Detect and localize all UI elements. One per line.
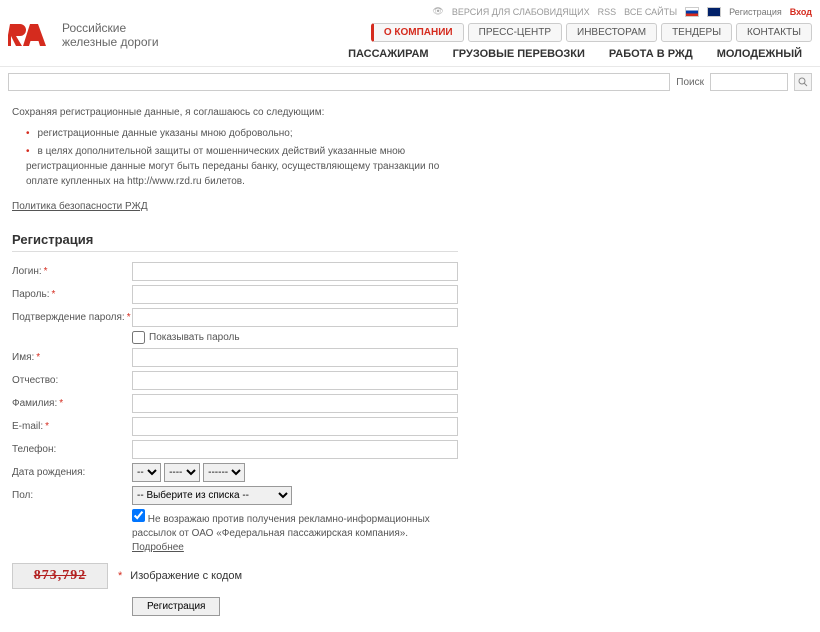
captcha-label: Изображение с кодом (130, 570, 242, 582)
rss-link[interactable]: RSS (598, 7, 617, 17)
consent-intro: Сохраняя регистрационные данные, я согла… (12, 105, 458, 120)
label-patronymic: Отчество: (12, 375, 58, 386)
consent-item1: регистрационные данные указаны мною добр… (26, 126, 458, 141)
label-password: Пароль: (12, 289, 49, 300)
all-sites-link[interactable]: ВСЕ САЙТЫ (624, 7, 677, 17)
flag-en-icon[interactable] (707, 7, 721, 17)
name-input[interactable] (132, 348, 458, 367)
nav-youth[interactable]: МОЛОДЕЖНЫЙ (707, 44, 812, 64)
search-button[interactable] (794, 73, 812, 91)
rzd-logo-icon (8, 22, 54, 48)
form-title: Регистрация (12, 232, 458, 252)
label-password-confirm: Подтверждение пароля: (12, 312, 125, 323)
nav-press[interactable]: ПРЕСС-ЦЕНТР (468, 23, 562, 42)
accessibility-link[interactable]: ВЕРСИЯ ДЛЯ СЛАБОВИДЯЩИХ (452, 7, 590, 17)
register-link[interactable]: Регистрация (729, 7, 782, 17)
main-search-input[interactable] (8, 73, 670, 91)
show-password-label[interactable]: Показывать пароль (132, 331, 458, 344)
search-icon (798, 77, 808, 87)
show-password-checkbox[interactable] (132, 331, 145, 344)
optin-checkbox[interactable] (132, 509, 145, 522)
surname-input[interactable] (132, 394, 458, 413)
search-input[interactable] (710, 73, 788, 91)
nav-cargo[interactable]: ГРУЗОВЫЕ ПЕРЕВОЗКИ (443, 44, 595, 64)
dob-day-select[interactable]: -- (132, 463, 161, 482)
label-login: Логин: (12, 266, 42, 277)
captcha-image: 873,792 (12, 563, 108, 589)
nav-about[interactable]: О КОМПАНИИ (371, 23, 464, 42)
gender-select[interactable]: -- Выберите из списка -- (132, 486, 292, 505)
policy-link[interactable]: Политика безопасности РЖД (12, 199, 148, 214)
dob-year-select[interactable]: ------ (203, 463, 245, 482)
nav-tenders[interactable]: ТЕНДЕРЫ (661, 23, 732, 42)
nav-passengers[interactable]: ПАССАЖИРАМ (338, 44, 438, 64)
label-phone: Телефон: (12, 444, 56, 455)
phone-input[interactable] (132, 440, 458, 459)
label-dob: Дата рождения: (12, 467, 85, 478)
password-confirm-input[interactable] (132, 308, 458, 327)
dob-month-select[interactable]: ---- (164, 463, 200, 482)
logo-line1: Российские (62, 21, 159, 35)
logo-line2: железные дороги (62, 35, 159, 49)
optin-more-link[interactable]: Подробнее (132, 542, 184, 553)
label-name: Имя: (12, 352, 34, 363)
eye-icon: 👁 (432, 6, 443, 17)
flag-ru-icon[interactable] (685, 7, 699, 17)
password-input[interactable] (132, 285, 458, 304)
label-surname: Фамилия: (12, 398, 57, 409)
submit-button[interactable]: Регистрация (132, 597, 220, 616)
consent-item2: в целях дополнительной защиты от мошенни… (26, 144, 458, 189)
label-email: E-mail: (12, 421, 43, 432)
email-input[interactable] (132, 417, 458, 436)
label-gender: Пол: (12, 490, 33, 501)
nav-work[interactable]: РАБОТА В РЖД (599, 44, 703, 64)
search-label: Поиск (676, 77, 704, 88)
login-input[interactable] (132, 262, 458, 281)
login-link[interactable]: Вход (790, 7, 812, 17)
nav-contacts[interactable]: КОНТАКТЫ (736, 23, 812, 42)
nav-investors[interactable]: ИНВЕСТОРАМ (566, 23, 657, 42)
optin-label[interactable]: Не возражаю против получения рекламно-ин… (132, 514, 430, 539)
patronymic-input[interactable] (132, 371, 458, 390)
